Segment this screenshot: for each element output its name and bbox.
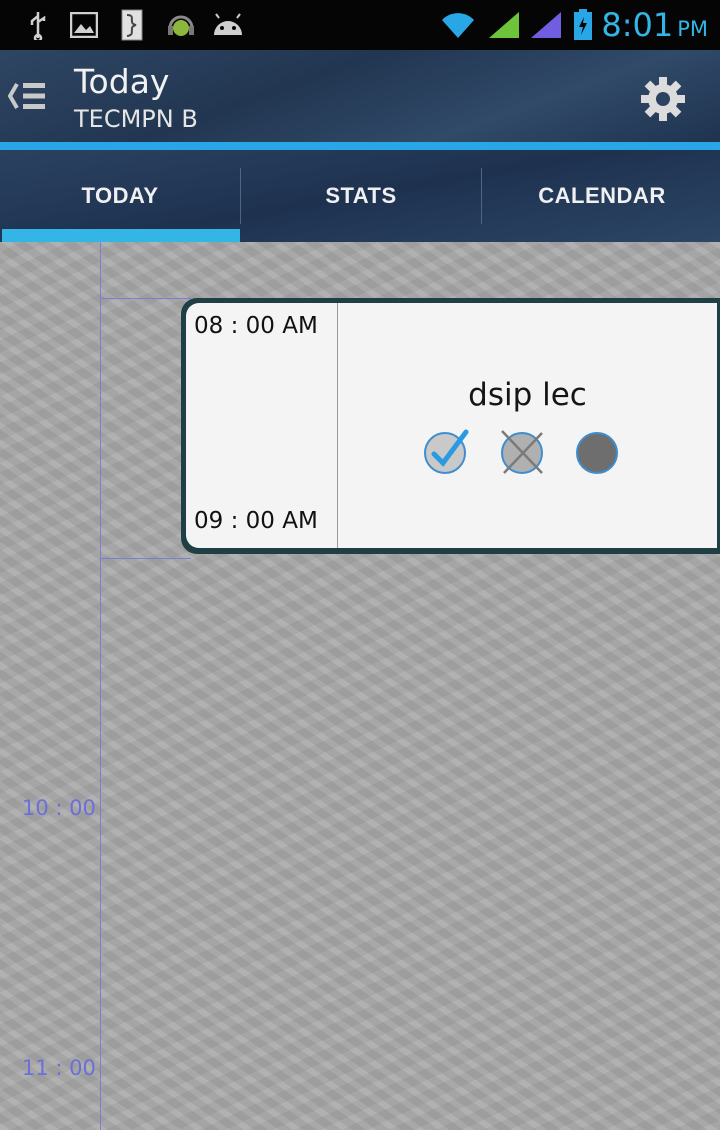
tab-calendar[interactable]: CALENDAR [482,150,720,242]
pending-icon[interactable] [574,429,620,475]
signal-icon [486,10,522,40]
event-divider [337,303,338,548]
event-start-time: 08 : 00 AM [194,313,318,339]
check-icon[interactable] [424,429,470,475]
navigation-drawer-icon[interactable] [7,80,48,112]
day-timeline[interactable]: 10 : 00 11 : 00 08 : 00 AM 09 : 00 AM ds… [0,242,720,1130]
image-icon [70,10,98,40]
hour-gridline [101,558,191,559]
clock-ampm: PM [677,17,708,41]
android-headphone-icon [166,10,196,40]
hour-gridline [101,298,191,299]
tab-stats[interactable]: STATS [241,150,481,242]
clock-time: 8:01 [601,6,674,44]
event-card-body: 08 : 00 AM 09 : 00 AM dsip lec [186,303,717,548]
clock: 8:01 PM [601,5,708,49]
event-end-time: 09 : 00 AM [194,508,318,534]
action-bar-divider [0,142,720,150]
battery-charging-icon [572,9,594,40]
cancel-icon[interactable] [498,429,544,475]
event-time-column: 08 : 00 AM 09 : 00 AM [186,303,337,548]
event-card[interactable]: 08 : 00 AM 09 : 00 AM dsip lec [181,298,720,554]
usb-icon [26,10,50,40]
app-icon [120,9,144,41]
android-icon [212,10,244,40]
wifi-icon [440,10,476,40]
tab-selected-indicator [2,229,240,242]
signal-icon-2 [528,10,564,40]
status-bar: 8:01 PM [0,0,720,50]
hour-label-10: 10 : 00 [22,796,96,820]
hour-label-11: 11 : 00 [22,1056,96,1080]
action-bar: Today TECMPN B [0,50,720,142]
gear-icon[interactable] [640,76,686,122]
event-title: dsip lec [468,377,587,413]
timeline-axis [100,242,101,1130]
page-subtitle: TECMPN B [74,105,198,133]
page-title: Today [74,62,170,101]
